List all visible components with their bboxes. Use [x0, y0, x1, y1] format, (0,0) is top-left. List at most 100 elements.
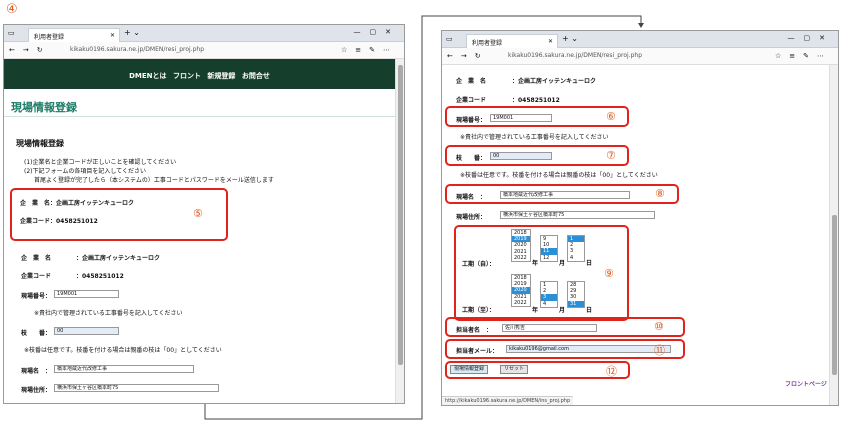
site-no-input[interactable]: 19M001	[54, 290, 119, 298]
nav-buttons[interactable]: ←→↻	[447, 52, 489, 60]
site-name-input[interactable]: 橋本地蔵近代改修工事	[500, 191, 630, 199]
site-name-label: 現場名 ：	[456, 194, 487, 201]
page-title: 現場情報登録	[11, 101, 77, 114]
site-no-note: ※貴社内で管理されている工事番号を記入してください	[460, 134, 609, 141]
right-browser-window: ▭ 利用者登録 ✕ + ⌄ —▢✕ ←→↻ kikaku0196.sakura.…	[441, 30, 839, 406]
left-browser-window: ▭ 利用者登録 ✕ + ⌄ —▢✕ ←→↻ kikaku0196.sakura.…	[3, 24, 405, 404]
register-button[interactable]: 現場情報登録	[450, 365, 489, 374]
code-label: 企業コード	[21, 273, 52, 280]
scroll-thumb[interactable]	[398, 65, 403, 365]
list-option-selected[interactable]: 31	[568, 300, 584, 307]
site-nav[interactable]: DMENとは フロント 新規登録 お問合せ	[4, 59, 395, 89]
list-option[interactable]: 12	[541, 255, 557, 261]
tab-bar: ▭ 利用者登録 ✕ + ⌄ —▢✕	[4, 25, 404, 42]
list-option[interactable]: 4	[568, 255, 584, 261]
instruction-2: (2)下記フォームの各項目を記入してください	[24, 168, 146, 175]
day-suffix: 日	[586, 307, 593, 314]
tab-actions-icon[interactable]: ▭	[8, 29, 15, 37]
from-year-list[interactable]: 2018 2019 2020 2021 2022	[511, 229, 531, 262]
tab-bar: ▭ 利用者登録 ✕ + ⌄ —▢✕	[442, 31, 838, 48]
code-label: 企業コード	[456, 97, 487, 104]
box-code: 企業コード：0458251012	[20, 218, 98, 225]
branch-note: ※枝番は任意です。枝番を付ける場合は親番の枝は「00」としてください	[24, 347, 222, 354]
reset-button[interactable]: リセット	[500, 365, 529, 374]
to-year-list[interactable]: 2018 2019 2020 2021 2022	[511, 274, 531, 307]
period-to-label: 工期（至）：	[462, 307, 496, 314]
nav-buttons[interactable]: ←→↻	[9, 46, 51, 54]
toolbar-icons[interactable]: ☆≡✎⋯	[775, 52, 832, 60]
site-no-note: ※貴社内で管理されている工事番号を記入してください	[34, 310, 183, 317]
status-bar-url: http://kikaku0196.sakura.ne.jp/DMEN/ins_…	[442, 396, 574, 405]
step-5-label: ⑤	[193, 207, 203, 220]
step-11-label: ⑪	[654, 344, 665, 357]
year-suffix: 年	[532, 260, 539, 267]
close-tab-icon[interactable]: ✕	[110, 32, 115, 39]
branch-label: 枝 番：	[456, 155, 487, 162]
tab-title: 利用者登録	[34, 34, 65, 41]
section-title: 現場情報登録	[16, 139, 64, 148]
site-addr-input[interactable]: 横浜市保土ヶ谷区橋本町75	[54, 384, 219, 392]
new-tab-icon[interactable]: + ⌄	[562, 34, 578, 43]
scrollbar[interactable]	[395, 59, 404, 403]
tab-title: 利用者登録	[472, 40, 503, 47]
list-option[interactable]: 2022	[512, 300, 530, 306]
person-input[interactable]: 佐川秀吉	[502, 324, 597, 332]
branch-note: ※枝番は任意です。枝番を付ける場合は親番の枝は「00」としてください	[460, 172, 658, 179]
step-9-label: ⑨	[604, 267, 614, 280]
close-tab-icon[interactable]: ✕	[548, 38, 553, 45]
month-suffix: 月	[559, 307, 566, 314]
company-label: 企 業 名	[456, 78, 487, 85]
from-day-list[interactable]: 1 2 3 4	[567, 235, 585, 262]
branch-label: 枝 番：	[21, 330, 52, 337]
divider	[4, 116, 395, 117]
scroll-thumb[interactable]	[832, 215, 837, 375]
branch-input[interactable]: 00	[54, 327, 119, 335]
browser-tab[interactable]: 利用者登録 ✕	[28, 28, 120, 42]
site-addr-input[interactable]: 横浜市保土ヶ谷区橋本町75	[500, 211, 655, 219]
day-suffix: 日	[586, 260, 593, 267]
scrollbar[interactable]	[829, 65, 838, 405]
company-value: ：企画工房イッテンキューロク	[512, 78, 597, 85]
window-controls[interactable]: —▢✕	[788, 34, 834, 42]
step-7-label: ⑦	[606, 149, 616, 162]
site-no-label: 現場番号：	[21, 293, 52, 300]
site-no-input[interactable]: 19M001	[490, 114, 552, 122]
site-name-label: 現場名 ：	[21, 368, 52, 375]
url-field[interactable]: kikaku0196.sakura.ne.jp/DMEN/resi_proj.p…	[70, 46, 204, 53]
site-name-input[interactable]: 橋本地蔵近代改修工事	[54, 365, 194, 373]
window-controls[interactable]: —▢✕	[354, 28, 400, 36]
company-value: ：企画工房イッテンキューロク	[76, 255, 161, 262]
list-option[interactable]: 2022	[512, 255, 530, 261]
new-tab-icon[interactable]: + ⌄	[124, 28, 140, 37]
url-field[interactable]: kikaku0196.sakura.ne.jp/DMEN/resi_proj.p…	[508, 52, 642, 59]
branch-input[interactable]: 00	[490, 152, 552, 160]
site-addr-label: 現場住所：	[21, 387, 52, 394]
toolbar-icons[interactable]: ☆≡✎⋯	[341, 46, 398, 54]
tab-actions-icon[interactable]: ▭	[446, 35, 453, 43]
period-from-label: 工期（自）：	[462, 261, 496, 268]
front-page-link[interactable]: フロントページ	[785, 379, 827, 388]
step-6-label: ⑥	[606, 110, 616, 123]
box-company: 企 業 名：企画工房イッテンキューロク	[20, 200, 135, 207]
page-content: 企 業 名 ：企画工房イッテンキューロク 企業コード ：0458251012 現…	[442, 65, 829, 405]
list-option[interactable]: 4	[541, 301, 557, 307]
mail-input[interactable]: kikaku0196@gmail.com	[506, 345, 671, 353]
address-bar: ←→↻ kikaku0196.sakura.ne.jp/DMEN/resi_pr…	[4, 42, 404, 59]
person-label: 担当者名 ：	[456, 327, 493, 334]
site-addr-label: 現場住所：	[456, 214, 487, 221]
step-8-label: ⑧	[655, 187, 665, 200]
to-day-list[interactable]: 28 29 30 31	[567, 281, 585, 308]
to-month-list[interactable]: 1 2 3 4	[540, 281, 558, 308]
browser-tab[interactable]: 利用者登録 ✕	[466, 34, 558, 48]
year-suffix: 年	[532, 307, 539, 314]
address-bar: ←→↻ kikaku0196.sakura.ne.jp/DMEN/resi_pr…	[442, 48, 838, 65]
site-no-label: 現場番号：	[456, 117, 487, 124]
code-value: ：0458251012	[76, 273, 124, 280]
mail-label: 担当者メール：	[456, 348, 499, 355]
from-month-list[interactable]: 9 10 11 12	[540, 235, 558, 262]
instruction-3: 首尾よく登録が完了したら（本システムの）工事コードとパスワードをメール送信します	[34, 177, 274, 184]
step-12-label: ⑫	[606, 365, 617, 378]
month-suffix: 月	[559, 260, 566, 267]
company-label: 企 業 名	[21, 255, 52, 262]
code-value: ：0458251012	[512, 97, 560, 104]
